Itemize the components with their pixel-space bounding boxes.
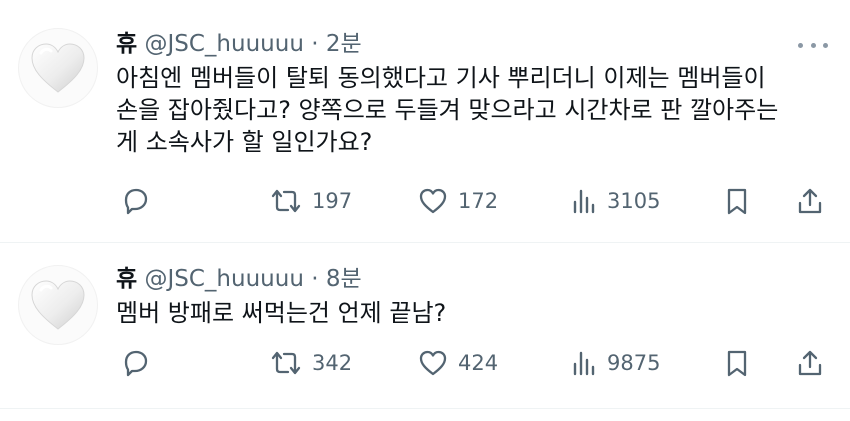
share-button[interactable] (796, 186, 824, 216)
bookmark-button[interactable] (724, 348, 750, 378)
action-bar: 197 172 3105 (116, 186, 831, 216)
heart-icon (419, 188, 447, 214)
heart-icon (419, 350, 447, 376)
avatar[interactable] (18, 28, 98, 108)
reply-button[interactable] (120, 348, 150, 378)
tweet-text-line: 손을 잡아줬다고? 양쪽으로 두들겨 맞으라고 시간차로 판 깔아주는 (116, 96, 779, 124)
retweet-icon (271, 351, 301, 375)
heart-avatar-icon (31, 280, 85, 330)
views-button[interactable]: 3105 (571, 186, 660, 216)
tweet[interactable]: 휴 @JSC_huuuuu · 8분 멤버 방패로 써먹는건 언제 끝남? 34… (0, 243, 850, 409)
user-handle[interactable]: @JSC_huuuuu (144, 266, 303, 292)
share-icon (798, 188, 822, 214)
more-icon[interactable] (798, 40, 828, 50)
view-count: 9875 (607, 351, 661, 375)
bookmark-button[interactable] (724, 186, 750, 216)
views-icon (573, 189, 595, 214)
bookmark-icon (727, 350, 747, 377)
retweet-count: 197 (312, 189, 353, 213)
reply-icon (124, 188, 148, 215)
user-handle[interactable]: @JSC_huuuuu (144, 31, 303, 57)
separator: · (311, 266, 319, 292)
retweet-icon (271, 189, 301, 213)
timestamp[interactable]: 8분 (326, 266, 362, 292)
bookmark-icon (727, 188, 747, 215)
tweet[interactable]: 휴 @JSC_huuuuu · 2분 아침엔 멤버들이 탈퇴 동의했다고 기사 … (0, 0, 850, 243)
tweet-text-line: 멤버 방패로 써먹는건 언제 끝남? (116, 299, 447, 327)
reply-button[interactable] (120, 186, 150, 216)
retweet-count: 342 (312, 351, 353, 375)
like-button[interactable]: 424 (418, 348, 498, 378)
display-name[interactable]: 휴 (116, 31, 137, 57)
view-count: 3105 (607, 189, 661, 213)
like-button[interactable]: 172 (418, 186, 498, 216)
share-button[interactable] (796, 348, 824, 378)
like-count: 424 (458, 351, 499, 375)
heart-avatar-icon (31, 43, 85, 93)
tweet-header: 휴 @JSC_huuuuu · 8분 (116, 265, 362, 293)
retweet-button[interactable]: 197 (270, 186, 352, 216)
share-icon (798, 350, 822, 376)
timestamp[interactable]: 2분 (326, 31, 362, 57)
tweet-text-line: 게 소속사가 할 일인가요? (116, 128, 373, 156)
action-bar: 342 424 9875 (116, 348, 831, 378)
tweet-text: 아침엔 멤버들이 탈퇴 동의했다고 기사 뿌리더니 이제는 멤버들이 손을 잡아… (116, 62, 831, 158)
separator: · (311, 31, 319, 57)
views-button[interactable]: 9875 (571, 348, 660, 378)
tweet-text-line: 아침엔 멤버들이 탈퇴 동의했다고 기사 뿌리더니 이제는 멤버들이 (116, 64, 766, 92)
display-name[interactable]: 휴 (116, 266, 137, 292)
retweet-button[interactable]: 342 (270, 348, 352, 378)
like-count: 172 (458, 189, 499, 213)
reply-icon (124, 350, 148, 377)
tweet-header: 휴 @JSC_huuuuu · 2분 (116, 30, 362, 58)
avatar[interactable] (18, 265, 98, 345)
views-icon (573, 351, 595, 376)
tweet-text: 멤버 방패로 써먹는건 언제 끝남? (116, 297, 831, 329)
